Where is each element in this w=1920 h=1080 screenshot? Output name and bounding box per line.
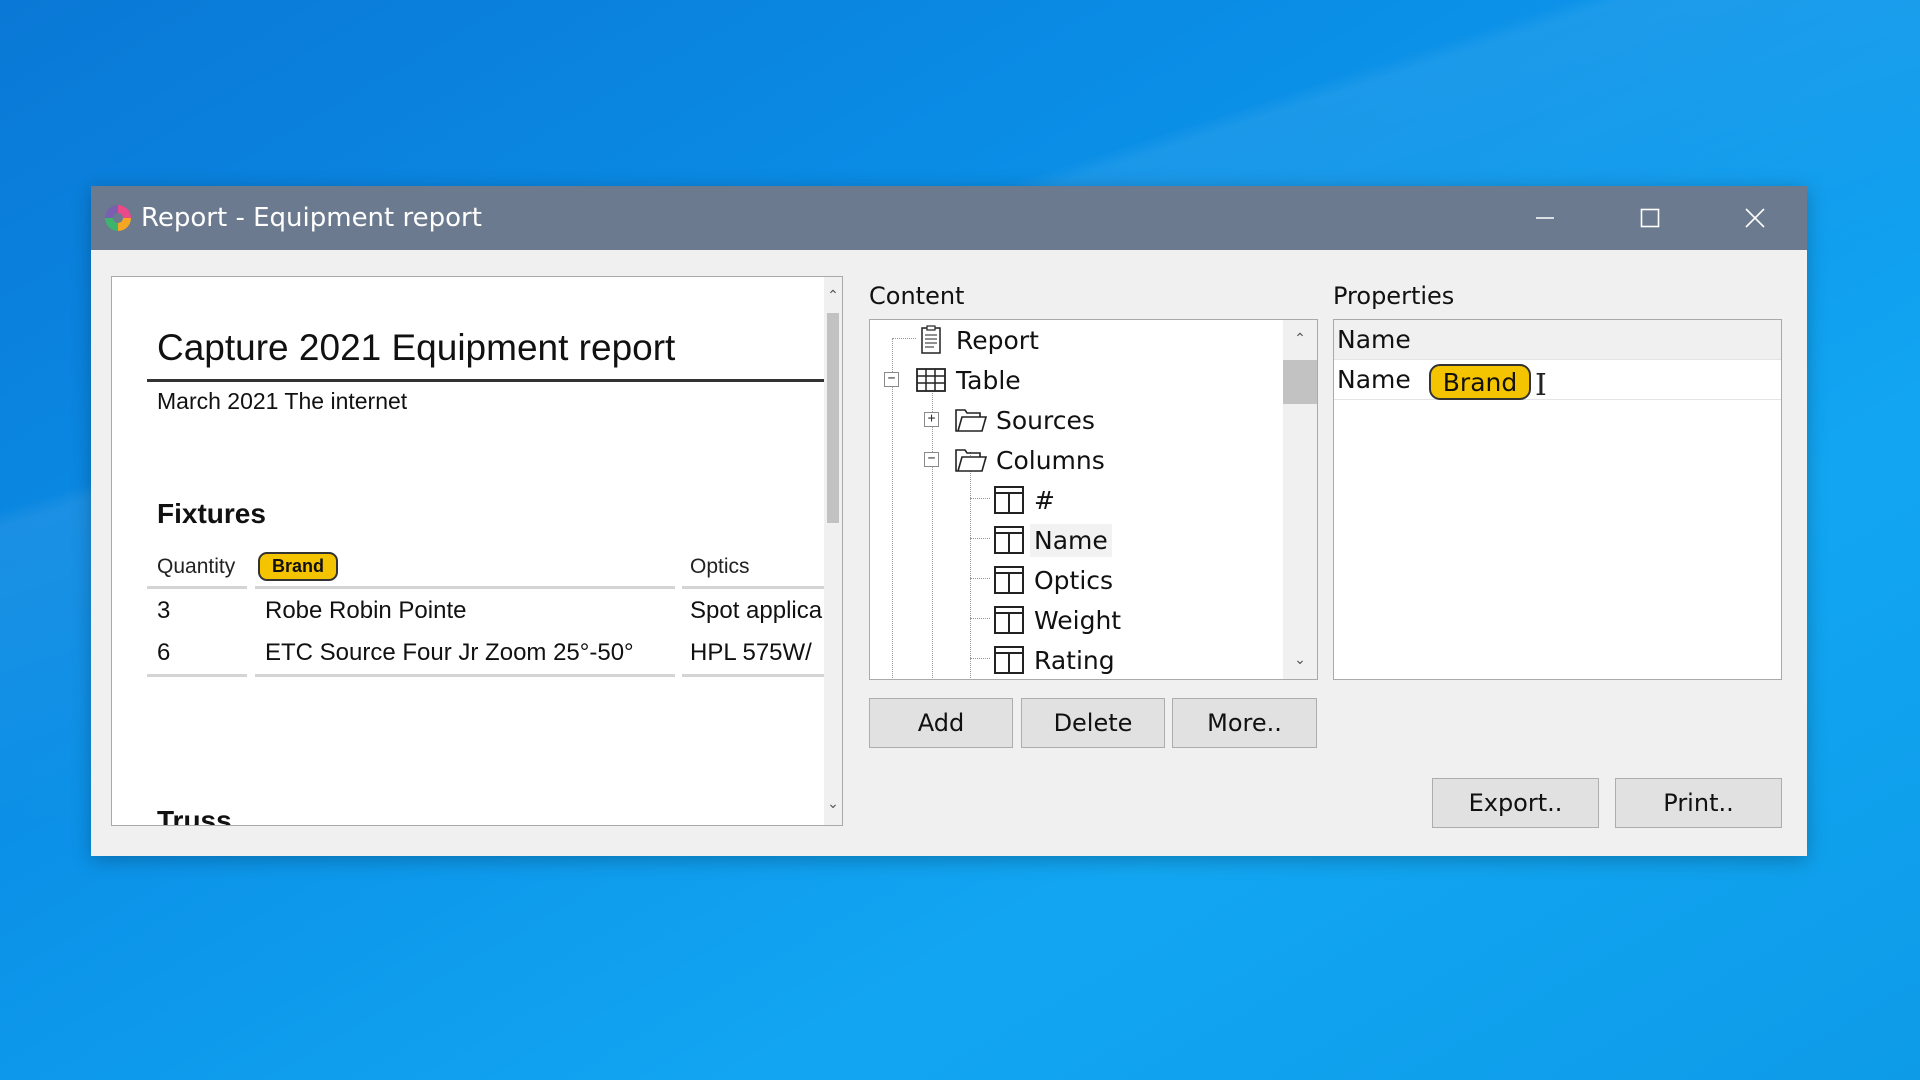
tree-line — [932, 388, 933, 678]
tree-item-label: Rating — [1034, 645, 1115, 675]
tree-item-label: Weight — [1034, 605, 1122, 635]
folder-open-icon — [952, 443, 990, 477]
window-title: Report - Equipment report — [141, 203, 482, 233]
tree-item-column-rating[interactable]: Rating — [990, 642, 1119, 678]
column-header-optics: Optics — [690, 555, 750, 578]
more-button[interactable]: More.. — [1172, 698, 1317, 748]
tree-item-column-weight[interactable]: Weight — [990, 602, 1125, 638]
header-rule — [682, 586, 824, 589]
tree-item-label: Sources — [996, 405, 1095, 435]
header-rule — [147, 586, 247, 589]
column-icon — [990, 643, 1028, 677]
table-cell: HPL 575W/ — [690, 639, 812, 666]
tree-item-sources[interactable]: Sources — [952, 402, 1099, 438]
tree-item-report[interactable]: Report — [912, 322, 1043, 358]
scroll-down-icon[interactable]: ⌄ — [1283, 649, 1317, 669]
tree-line — [970, 452, 971, 678]
tree-item-label: # — [1034, 485, 1055, 515]
content-tree[interactable]: − + − Report Table Sources Columns # Nam… — [869, 319, 1318, 680]
property-row-name[interactable]: Name Brand I — [1334, 360, 1781, 403]
scroll-thumb[interactable] — [827, 313, 839, 523]
tree-line — [970, 578, 990, 579]
tree-line — [970, 538, 990, 539]
report-subtitle: March 2021 The internet — [157, 388, 408, 414]
table-cell: Robe Robin Pointe — [265, 597, 467, 624]
scroll-up-icon[interactable]: ⌃ — [824, 285, 842, 305]
close-button[interactable] — [1702, 186, 1807, 250]
app-logo-icon — [103, 203, 133, 233]
print-button[interactable]: Print.. — [1615, 778, 1782, 828]
tree-item-column-name[interactable]: Name — [990, 522, 1112, 558]
tree-item-table[interactable]: Table — [912, 362, 1025, 398]
expand-toggle[interactable]: + — [924, 412, 939, 427]
column-icon — [990, 603, 1028, 637]
close-icon — [1744, 208, 1765, 228]
header-rule — [255, 586, 675, 589]
tree-line — [892, 338, 893, 678]
minimize-button[interactable] — [1492, 186, 1597, 250]
tree-item-label: Columns — [996, 445, 1105, 475]
tree-item-label: Name — [1030, 523, 1112, 557]
tree-item-column-hash[interactable]: # — [990, 482, 1059, 518]
report-icon — [912, 323, 950, 357]
tree-item-column-optics[interactable]: Optics — [990, 562, 1117, 598]
properties-header: Name — [1334, 320, 1781, 360]
export-button[interactable]: Export.. — [1432, 778, 1599, 828]
collapse-toggle[interactable]: − — [884, 372, 899, 387]
tree-item-label: Table — [956, 365, 1021, 395]
text-cursor-icon: I — [1535, 368, 1547, 403]
scroll-down-icon[interactable]: ⌄ — [824, 793, 842, 813]
report-preview[interactable]: Capture 2021 Equipment report March 2021… — [111, 276, 843, 826]
column-icon — [990, 483, 1028, 517]
table-icon — [912, 363, 950, 397]
report-title: Capture 2021 Equipment report — [157, 327, 676, 368]
table-rule — [255, 674, 675, 677]
tree-line — [970, 498, 990, 499]
table-rule — [147, 674, 247, 677]
scroll-up-icon[interactable]: ⌃ — [1283, 328, 1317, 348]
title-bar[interactable]: Report - Equipment report — [91, 186, 1807, 250]
property-value-chip[interactable]: Brand — [1429, 364, 1531, 400]
content-label: Content — [869, 282, 965, 310]
scroll-thumb[interactable] — [1283, 360, 1317, 404]
maximize-button[interactable] — [1597, 186, 1702, 250]
report-window: Report - Equipment report Capture 2021 E… — [91, 186, 1807, 856]
table-cell: 3 — [157, 597, 171, 624]
tree-item-label: Report — [956, 325, 1039, 355]
column-header-quantity: Quantity — [157, 555, 236, 578]
table-cell: ETC Source Four Jr Zoom 25°-50° — [265, 639, 634, 666]
minimize-icon — [1535, 217, 1554, 219]
section-heading: Fixtures — [157, 498, 266, 529]
folder-icon — [952, 403, 990, 437]
title-divider — [147, 379, 824, 382]
preview-scrollbar[interactable]: ⌃ ⌄ — [824, 277, 842, 825]
tree-line — [970, 658, 990, 659]
column-icon — [990, 563, 1028, 597]
column-icon — [990, 523, 1028, 557]
property-key: Name — [1337, 365, 1411, 394]
section-heading-truncated: Truss — [157, 805, 232, 825]
properties-grid[interactable]: Name Name Brand I — [1333, 319, 1782, 680]
tree-item-label: Optics — [1034, 565, 1114, 595]
properties-header-label: Name — [1337, 325, 1411, 354]
collapse-toggle[interactable]: − — [924, 452, 939, 467]
add-button[interactable]: Add — [869, 698, 1013, 748]
column-header-brand[interactable]: Brand — [258, 552, 338, 581]
delete-button[interactable]: Delete — [1021, 698, 1165, 748]
tree-line — [970, 618, 990, 619]
table-rule — [682, 674, 824, 677]
tree-item-columns[interactable]: Columns — [952, 442, 1109, 478]
tree-scrollbar[interactable]: ⌃ ⌄ — [1283, 320, 1317, 679]
table-cell: Spot applica — [690, 597, 823, 624]
properties-label: Properties — [1333, 282, 1455, 310]
maximize-icon — [1640, 208, 1659, 228]
table-cell: 6 — [157, 639, 171, 666]
